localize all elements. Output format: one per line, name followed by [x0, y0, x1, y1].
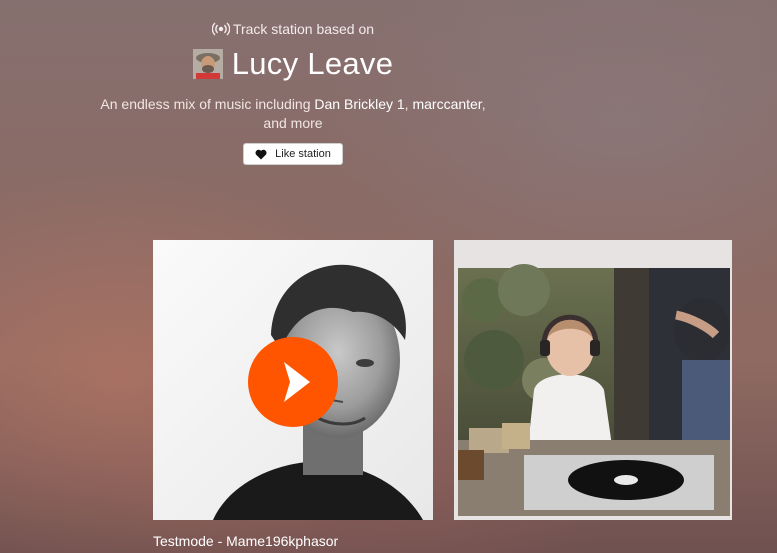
description-prefix: An endless mix of music including: [100, 96, 311, 112]
child-dj-artwork: [454, 240, 732, 520]
station-page: { "header": { "eyebrow_text": "Track sta…: [0, 0, 777, 553]
track-title[interactable]: Testmode - Mame196kphasor: [153, 532, 338, 550]
station-eyebrow-label: Track station based on: [232, 21, 375, 37]
avatar[interactable]: [192, 49, 223, 79]
station-title-row: Lucy Leave: [0, 44, 586, 84]
radio-broadcast-icon: [211, 22, 231, 40]
track-artwork[interactable]: [454, 240, 732, 520]
artist-link[interactable]: Dan Brickley 1: [314, 96, 404, 112]
heart-icon: [255, 149, 267, 160]
artist-link[interactable]: marccanter: [412, 96, 481, 112]
station-eyebrow: Track station based on: [0, 20, 586, 40]
description-suffix: and more: [263, 115, 323, 131]
like-station-button[interactable]: Like station: [243, 143, 343, 165]
like-station-label: Like station: [275, 148, 331, 160]
play-button[interactable]: [248, 337, 338, 427]
station-description: An endless mix of music including Dan Br…: [100, 96, 486, 131]
play-icon: [284, 362, 310, 402]
page-title: Lucy Leave: [231, 46, 394, 81]
